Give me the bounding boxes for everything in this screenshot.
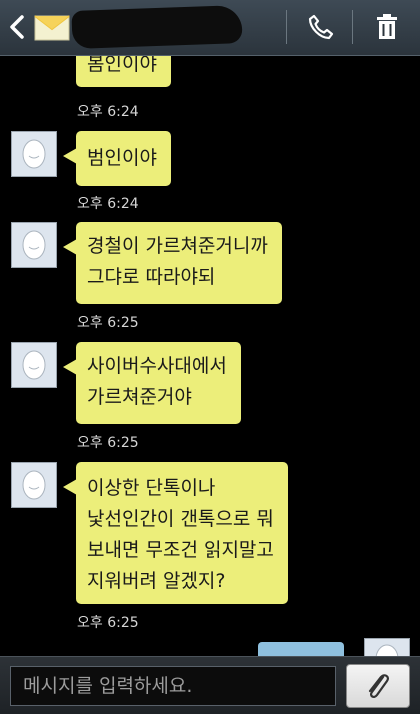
avatar[interactable] (11, 222, 57, 268)
paperclip-icon (368, 674, 389, 698)
avatar[interactable] (11, 342, 57, 388)
envelope-icon (34, 15, 70, 41)
message-time: 오후 6:25 (77, 615, 139, 631)
message-bubble[interactable]: 경철이 가르쳐준거니까 그댜로 따라야되 (76, 222, 282, 304)
message-bubble[interactable]: 봄인이야 (76, 56, 171, 87)
message-time: 오후 6:25 (77, 315, 139, 331)
bubble-tail (63, 239, 77, 255)
message-composer: 메시지를 입력하세요. (0, 656, 420, 714)
header-divider (286, 10, 287, 44)
message-bubble[interactable]: 사이버수사대에서 가르쳐준거야 (76, 342, 241, 424)
message-time: 오후 6:25 (77, 435, 139, 451)
message-bubble[interactable]: 이상한 단톡이나 낯선인간이 갠톡으로 뭐 보내면 무조건 읽지말고 지워버려 … (76, 462, 288, 604)
default-person-icon (22, 470, 46, 500)
avatar[interactable] (11, 131, 57, 177)
avatar[interactable] (11, 462, 57, 508)
trash-icon[interactable] (372, 12, 402, 42)
chevron-left-icon[interactable] (6, 13, 28, 41)
default-person-icon (22, 350, 46, 380)
bubble-tail (63, 148, 77, 164)
message-bubble[interactable]: 범인이야 (76, 131, 171, 186)
conversation-header (0, 0, 420, 56)
message-list[interactable]: 봄인이야 오후 6:24 범인이야 오후 6:24 경철이 가르쳐준거니까 그댜… (0, 56, 420, 656)
bubble-tail (63, 359, 77, 375)
redacted-contact-name (71, 5, 243, 49)
phone-icon[interactable] (306, 12, 336, 42)
bubble-tail (63, 479, 77, 495)
attach-button[interactable] (346, 664, 410, 708)
default-person-icon (22, 230, 46, 260)
message-time: 오후 6:24 (77, 196, 139, 212)
header-divider (352, 10, 353, 44)
message-input[interactable]: 메시지를 입력하세요. (10, 666, 336, 706)
default-person-icon (22, 139, 46, 169)
message-time: 오후 6:24 (77, 104, 139, 120)
